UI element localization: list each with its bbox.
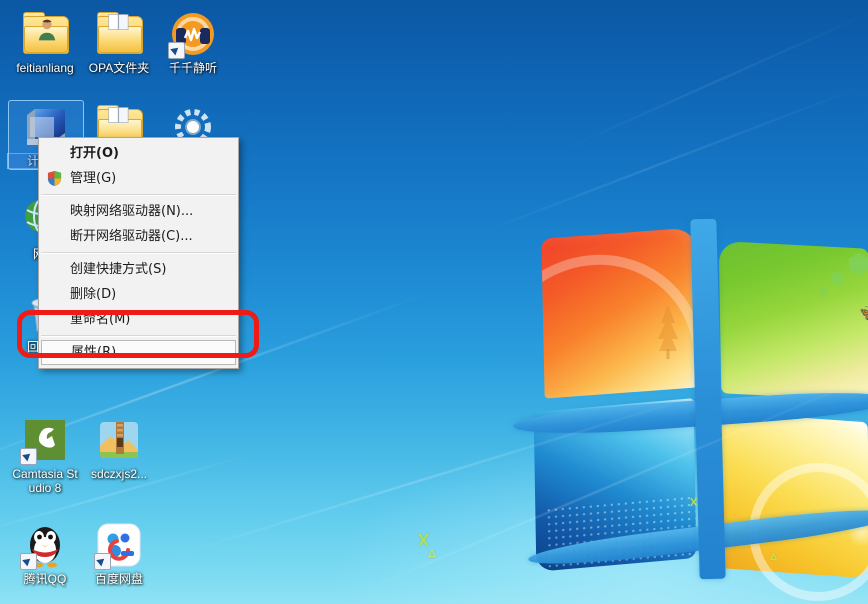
wallpaper-light-streak	[169, 392, 706, 558]
qq-icon	[20, 521, 69, 570]
desktop-icon-opa-folder[interactable]: OPA文件夹	[82, 10, 156, 75]
baidupan-icon	[94, 521, 143, 570]
menu-item-label: 创建快捷方式(S)	[70, 262, 167, 277]
desktop-icon-label: OPA文件夹	[88, 61, 150, 75]
menu-item-label: 打开(O)	[70, 146, 119, 161]
menu-item-label: 属性(R)	[71, 345, 117, 360]
desktop-icon-feitianliang[interactable]: feitianliang	[8, 10, 82, 75]
shortcut-overlay-icon	[20, 553, 37, 570]
logo-ring-decoration	[749, 463, 868, 601]
desktop-icon-camtasia[interactable]: Camtasia Studio 8	[8, 416, 82, 495]
butterfly-icon: 🦋	[859, 304, 868, 321]
camtasia-icon	[20, 416, 69, 465]
logo-swoosh-vertical	[690, 218, 726, 580]
folder-docs-icon	[95, 10, 143, 58]
logo-swoosh-lower	[526, 502, 868, 572]
logo-pane-blue	[533, 398, 697, 572]
desktop-icon-label: sdczxjs2...	[90, 467, 147, 481]
desktop-icon-label: feitianliang	[16, 61, 74, 75]
desktop-icon-label: 千千静听	[168, 61, 217, 75]
menu-item-label: 删除(D)	[70, 287, 117, 302]
menu-item-1[interactable]: 管理(G)	[39, 166, 238, 191]
logo-pane-green	[718, 240, 868, 402]
logo-pane-yellow	[711, 411, 868, 579]
logo-lens-flare	[847, 517, 868, 547]
desktop-icon-baidupan[interactable]: 百度网盘	[82, 521, 156, 586]
wallpaper-light-streak	[559, 3, 868, 152]
context-menu[interactable]: 打开(O) 管理(G) 映射网络驱动器(N)... 断开网络驱动器(C)... 创建快捷…	[38, 137, 239, 369]
logo-pane-red	[541, 227, 700, 399]
menu-item-label: 管理(G)	[70, 171, 117, 186]
menu-separator	[41, 194, 236, 196]
hexagon-icon	[819, 287, 828, 297]
archive-icon	[100, 422, 138, 458]
wallpaper-light-streak	[469, 81, 868, 238]
desktop-icon-label: 腾讯QQ	[23, 572, 67, 586]
menu-item-7[interactable]: 删除(D)	[39, 282, 238, 307]
menu-separator	[41, 335, 236, 337]
zip-image-icon	[95, 416, 143, 464]
menu-item-3[interactable]: 映射网络驱动器(N)...	[39, 199, 238, 224]
wallpaper-glow	[330, 430, 868, 604]
grass-blade: ▵	[428, 544, 437, 561]
desktop-icon-ttplayer[interactable]: 千千静听	[156, 10, 230, 75]
menu-item-label: 映射网络驱动器(N)...	[70, 204, 194, 219]
menu-item-0[interactable]: 打开(O)	[39, 141, 238, 166]
wallpaper-light-streak	[329, 361, 868, 604]
menu-separator	[41, 252, 236, 254]
windows-logo-wallpaper: 🦋	[512, 218, 868, 601]
menu-item-label: 断开网络驱动器(C)...	[70, 229, 193, 244]
documents-icon	[108, 107, 129, 123]
menu-item-8[interactable]: 重命名(M)	[39, 307, 238, 332]
folder-user-icon	[21, 10, 69, 58]
logo-swoosh-upper	[512, 386, 868, 440]
grass-blade: x	[690, 493, 698, 510]
grass-blade: ▵	[770, 547, 778, 563]
desktop-icon-sdczxjs[interactable]: sdczxjs2...	[82, 416, 156, 481]
pine-tree-icon	[658, 305, 678, 359]
grass-blade: x	[418, 526, 429, 551]
uac-shield-icon	[47, 171, 62, 186]
shortcut-overlay-icon	[20, 448, 37, 465]
hexagon-icon	[831, 271, 844, 286]
shortcut-overlay-icon	[168, 42, 185, 59]
desktop-icon-qq[interactable]: 腾讯QQ	[8, 521, 82, 586]
menu-item-6[interactable]: 创建快捷方式(S)	[39, 257, 238, 282]
headphones-icon	[168, 10, 217, 59]
documents-icon	[108, 14, 129, 30]
desktop-icon-label: 百度网盘	[94, 572, 143, 586]
desktop-icon-label: Camtasia Studio 8	[12, 467, 78, 495]
menu-item-4[interactable]: 断开网络驱动器(C)...	[39, 224, 238, 249]
user-avatar-icon	[38, 19, 56, 41]
menu-item-10[interactable]: 属性(R)	[41, 340, 236, 365]
hexagon-icon	[849, 253, 868, 275]
desktop[interactable]: 🦋 x ▵ x ▵ feitianliang	[0, 0, 868, 604]
shortcut-overlay-icon	[94, 553, 111, 570]
menu-item-label: 重命名(M)	[70, 312, 131, 327]
